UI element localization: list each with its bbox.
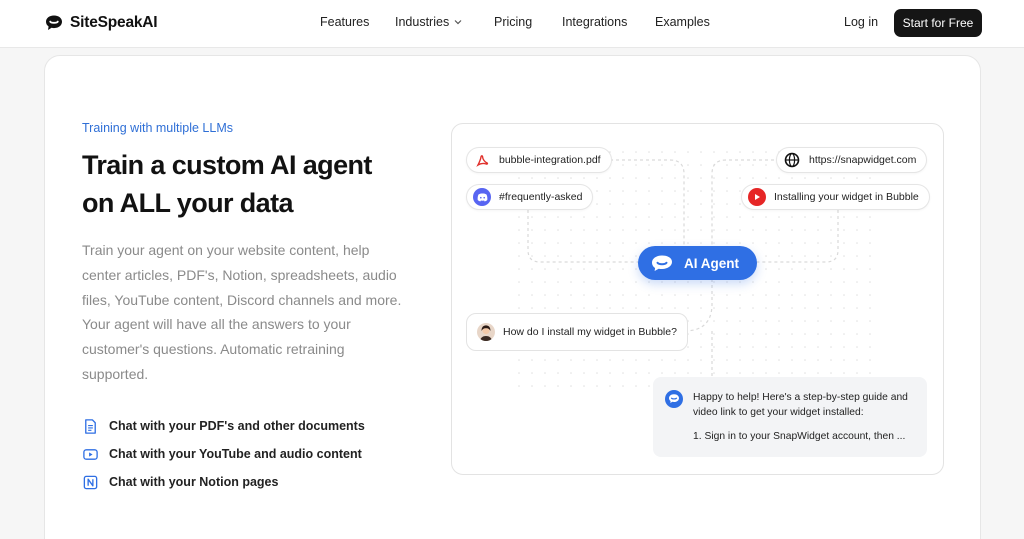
nav-features[interactable]: Features bbox=[320, 15, 395, 29]
source-chip-video: Installing your widget in Bubble bbox=[741, 184, 930, 210]
main-nav: Features Industries Pricing Integrations… bbox=[320, 15, 710, 29]
pdf-icon bbox=[473, 151, 491, 169]
source-discord-label: #frequently-asked bbox=[499, 191, 583, 203]
feature-list: Chat with your PDF's and other documents… bbox=[82, 417, 365, 501]
agent-illustration: bubble-integration.pdf #frequently-asked… bbox=[451, 123, 944, 475]
hero-description: Train your agent on your website content… bbox=[82, 242, 402, 382]
document-icon bbox=[85, 418, 96, 434]
start-for-free-button[interactable]: Start for Free bbox=[894, 9, 982, 37]
source-video-label: Installing your widget in Bubble bbox=[774, 191, 919, 203]
nav-pricing[interactable]: Pricing bbox=[494, 15, 562, 29]
youtube-play-icon bbox=[748, 188, 766, 206]
speech-bubble-logo-icon bbox=[46, 15, 62, 30]
user-question-bubble: How do I install my widget in Bubble? bbox=[466, 313, 688, 351]
hero-headline: Train a custom AI agent on ALL your data bbox=[82, 146, 422, 222]
nav-integrations[interactable]: Integrations bbox=[562, 15, 655, 29]
discord-icon bbox=[473, 188, 491, 206]
agent-answer-step: 1. Sign in to your SnapWidget account, t… bbox=[693, 431, 906, 442]
agent-answer-bubble: Happy to help! Here's a step-by-step gui… bbox=[653, 377, 927, 457]
ai-agent-pill: AI Agent bbox=[638, 246, 757, 280]
headline-line-1: Train a custom AI agent bbox=[82, 150, 372, 180]
user-question-text: How do I install my widget in Bubble? bbox=[503, 326, 677, 338]
agent-chat-icon bbox=[665, 390, 683, 408]
feature-label-documents: Chat with your PDF's and other documents bbox=[109, 419, 365, 433]
brand-name: SiteSpeakAI bbox=[70, 14, 158, 31]
feature-label-youtube: Chat with your YouTube and audio content bbox=[109, 447, 362, 461]
source-pdf-label: bubble-integration.pdf bbox=[499, 154, 601, 166]
youtube-icon bbox=[83, 448, 98, 460]
feature-item-documents: Chat with your PDF's and other documents bbox=[82, 417, 365, 435]
brand-logo[interactable]: SiteSpeakAI bbox=[44, 12, 158, 34]
nav-examples-label: Examples bbox=[655, 15, 710, 29]
headline-line-2: on ALL your data bbox=[82, 188, 294, 218]
chat-bubble-icon bbox=[652, 255, 672, 271]
source-chip-website: https://snapwidget.com bbox=[776, 147, 928, 173]
user-avatar bbox=[477, 323, 495, 341]
top-navigation-bar: SiteSpeakAI Features Industries Pricing … bbox=[0, 0, 1024, 48]
nav-industries-label: Industries bbox=[395, 15, 450, 29]
feature-item-notion: Chat with your Notion pages bbox=[82, 473, 365, 491]
notion-icon bbox=[83, 475, 98, 489]
nav-pricing-label: Pricing bbox=[494, 15, 533, 29]
nav-integrations-label: Integrations bbox=[562, 15, 628, 29]
ai-agent-label: AI Agent bbox=[684, 255, 739, 271]
source-chip-discord: #frequently-asked bbox=[466, 184, 594, 210]
hero-eyebrow: Training with multiple LLMs bbox=[82, 121, 233, 135]
globe-icon bbox=[783, 151, 801, 169]
agent-answer-text: Happy to help! Here's a step-by-step gui… bbox=[693, 392, 908, 418]
feature-label-notion: Chat with your Notion pages bbox=[109, 475, 279, 489]
nav-industries[interactable]: Industries bbox=[395, 15, 494, 29]
nav-features-label: Features bbox=[320, 15, 370, 29]
login-link[interactable]: Log in bbox=[844, 15, 878, 29]
nav-examples[interactable]: Examples bbox=[655, 15, 710, 29]
source-website-label: https://snapwidget.com bbox=[809, 154, 917, 166]
feature-item-youtube: Chat with your YouTube and audio content bbox=[82, 445, 365, 463]
source-chip-pdf: bubble-integration.pdf bbox=[466, 147, 612, 173]
chevron-down-icon bbox=[454, 20, 462, 25]
